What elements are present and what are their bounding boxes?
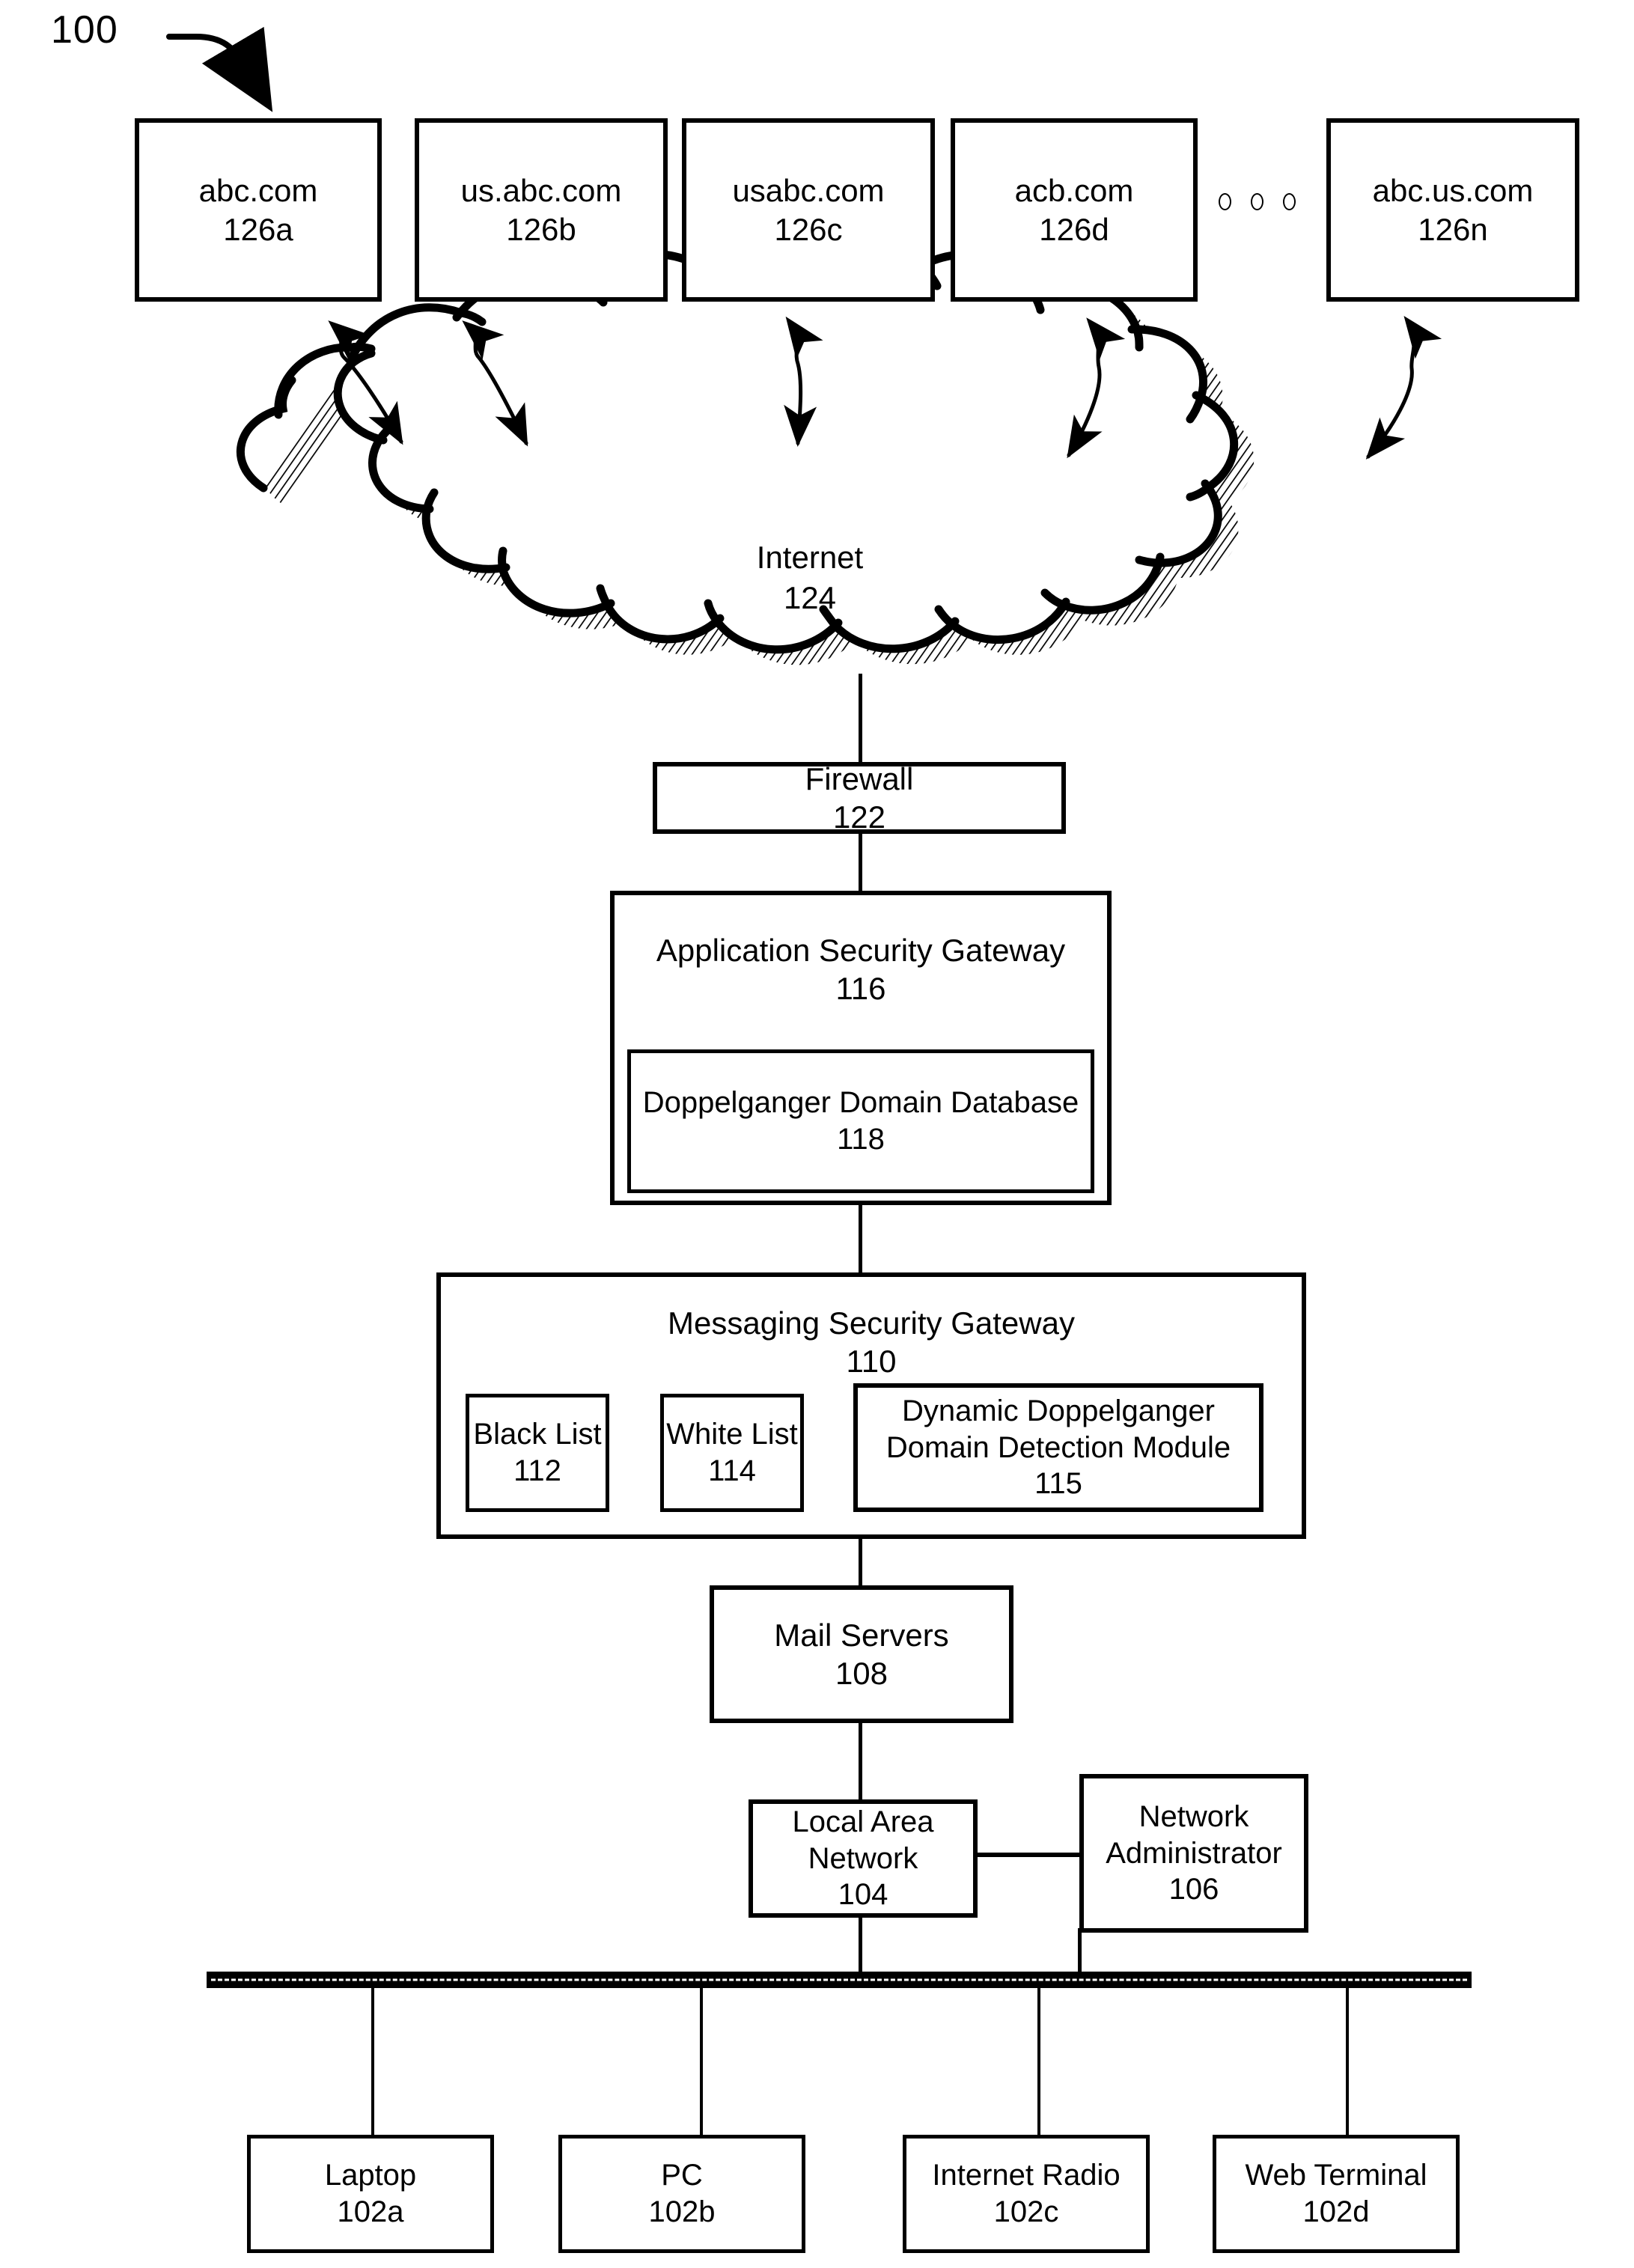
domain-name: usabc.com xyxy=(732,173,885,209)
connector-bus-to-web-terminal xyxy=(1346,1988,1349,2138)
domain-ref: 126d xyxy=(1039,211,1109,247)
ddb-label: Doppelganger Domain Database xyxy=(642,1086,1079,1120)
msg-ref: 110 xyxy=(846,1344,897,1380)
dddm-ref: 115 xyxy=(1034,1467,1082,1501)
domain-ref: 126n xyxy=(1418,211,1488,247)
connector-bus-to-internet-radio xyxy=(1037,1988,1040,2138)
black-list-ref: 112 xyxy=(513,1454,561,1487)
lan-label: Local Area Network xyxy=(792,1805,934,1875)
domain-name: us.abc.com xyxy=(460,173,622,209)
firewall-ref: 122 xyxy=(832,799,886,835)
admin-ref: 106 xyxy=(1168,1873,1219,1906)
endpoint-ref: 102d xyxy=(1302,2195,1370,2228)
black-list-label: Black List xyxy=(473,1418,602,1451)
firewall-box[interactable]: Firewall 122 xyxy=(653,760,1066,835)
connector-lan-to-admin xyxy=(973,1853,1084,1857)
black-list-box[interactable]: Black List 112 xyxy=(466,1394,609,1512)
mail-servers-ref: 108 xyxy=(835,1656,888,1691)
connector-bus-to-laptop xyxy=(371,1988,374,2138)
connector-cloud-to-firewall xyxy=(859,674,862,765)
domain-ref: 126a xyxy=(223,211,293,247)
domain-ref: 126b xyxy=(506,211,576,247)
cloud-label: Internet xyxy=(756,540,864,575)
cloud-ref: 124 xyxy=(783,579,837,615)
dddm-label: Dynamic Doppelganger Domain Detection Mo… xyxy=(885,1394,1231,1464)
admin-label: Network Administrator xyxy=(1106,1799,1282,1870)
domain-box-126b[interactable]: us.abc.com 126b xyxy=(415,118,668,302)
domain-name: abc.us.com xyxy=(1372,173,1534,209)
domain-box-126d[interactable]: acb.com 126d xyxy=(951,118,1198,302)
asg-label: Application Security Gateway xyxy=(656,933,1066,968)
ellipsis-dot xyxy=(1283,193,1296,210)
endpoint-label: Internet Radio xyxy=(932,2159,1121,2192)
endpoint-box-web-terminal[interactable]: Web Terminal 102d xyxy=(1213,2135,1460,2253)
domain-name: abc.com xyxy=(198,173,318,209)
asg-ref: 116 xyxy=(835,971,886,1007)
ellipsis-dot xyxy=(1219,193,1231,210)
firewall-label: Firewall xyxy=(805,760,914,796)
domain-name: acb.com xyxy=(1014,173,1134,209)
network-bus-bar xyxy=(207,1972,1472,1988)
domain-list-ellipsis xyxy=(1219,193,1296,210)
endpoint-ref: 102c xyxy=(993,2195,1059,2228)
endpoint-box-laptop[interactable]: Laptop 102a xyxy=(247,2135,494,2253)
dynamic-doppelganger-domain-detection-module-box[interactable]: Dynamic Doppelganger Domain Detection Mo… xyxy=(853,1383,1263,1512)
doppelganger-domain-database-box[interactable]: Doppelganger Domain Database 118 xyxy=(627,1049,1094,1193)
white-list-ref: 114 xyxy=(708,1454,756,1487)
mail-servers-label: Mail Servers xyxy=(774,1617,949,1653)
endpoint-ref: 102b xyxy=(648,2195,716,2228)
figure-reference-label: 100 xyxy=(51,8,118,52)
endpoint-label: PC xyxy=(661,2159,703,2192)
endpoint-box-pc[interactable]: PC 102b xyxy=(558,2135,805,2253)
connector-asg-to-msg xyxy=(859,1204,862,1275)
endpoint-label: Web Terminal xyxy=(1245,2159,1427,2192)
figure-canvas: 100 abc.com 126a us.abc.com 126b usabc.c… xyxy=(0,0,1634,2268)
cloud-label-group: Internet 124 xyxy=(660,537,960,618)
ellipsis-dot xyxy=(1251,193,1263,210)
endpoint-box-internet-radio[interactable]: Internet Radio 102c xyxy=(903,2135,1150,2253)
ddb-ref: 118 xyxy=(837,1123,885,1156)
white-list-label: White List xyxy=(666,1418,798,1451)
white-list-box[interactable]: White List 114 xyxy=(660,1394,804,1512)
domain-box-126c[interactable]: usabc.com 126c xyxy=(682,118,935,302)
mail-servers-box[interactable]: Mail Servers 108 xyxy=(710,1585,1013,1723)
domain-box-126n[interactable]: abc.us.com 126n xyxy=(1326,118,1579,302)
local-area-network-box[interactable]: Local Area Network 104 xyxy=(749,1799,978,1918)
msg-label: Messaging Security Gateway xyxy=(668,1305,1075,1341)
connector-firewall-to-asg xyxy=(859,832,862,892)
connector-msg-to-mail xyxy=(859,1534,862,1588)
endpoint-label: Laptop xyxy=(324,2159,417,2192)
domain-ref: 126c xyxy=(774,211,843,247)
connector-mail-to-lan xyxy=(859,1722,862,1804)
network-administrator-box[interactable]: Network Administrator 106 xyxy=(1079,1774,1308,1933)
connector-bus-to-pc xyxy=(700,1988,703,2138)
endpoint-ref: 102a xyxy=(337,2195,404,2228)
lan-ref: 104 xyxy=(838,1878,888,1912)
domain-box-126a[interactable]: abc.com 126a xyxy=(135,118,382,302)
